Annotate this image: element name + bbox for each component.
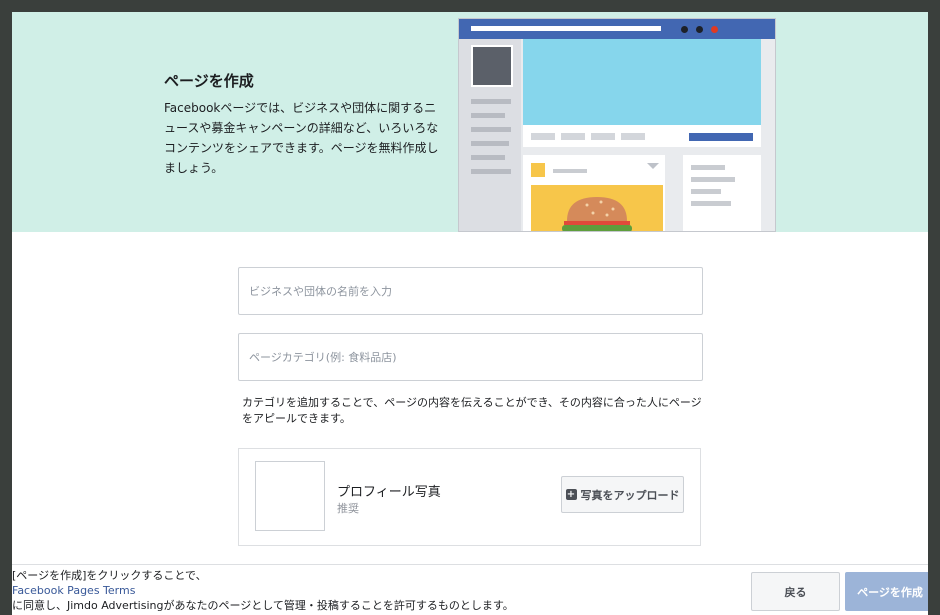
preview-dot-icon [696, 26, 703, 33]
terms-text: [ページを作成]をクリックすることで、 [12, 569, 207, 582]
preview-right-line [691, 177, 735, 182]
preview-avatar [471, 45, 513, 87]
plus-icon: + [565, 489, 577, 500]
preview-notification-dot-icon [711, 26, 718, 33]
profile-photo-placeholder[interactable] [255, 461, 325, 531]
preview-sidebar-line [471, 141, 509, 146]
back-button[interactable]: 戻る [751, 572, 840, 611]
create-page-dialog: ページを作成 Facebookページでは、ビジネスや団体に関するニュースや募金キ… [12, 12, 928, 615]
preview-right-line [691, 201, 731, 206]
hero-banner: ページを作成 Facebookページでは、ビジネスや団体に関するニュースや募金キ… [12, 12, 928, 232]
preview-sidebar-line [471, 99, 511, 104]
hero-description: Facebookページでは、ビジネスや団体に関するニュースや募金キャンペーンの詳… [164, 101, 439, 175]
category-help-text: カテゴリを追加することで、ページの内容を伝えることができ、その内容に合った人にペ… [242, 396, 702, 425]
preview-tab [561, 133, 585, 140]
preview-topbar [459, 19, 775, 39]
page-preview-illustration [458, 18, 776, 232]
profile-photo-title: プロフィール写真 [337, 485, 441, 500]
preview-tab [621, 133, 645, 140]
preview-right-line [691, 189, 721, 194]
page-name-input[interactable] [238, 267, 703, 315]
preview-post-avatar [531, 163, 545, 177]
preview-cta-button [689, 133, 753, 141]
preview-dot-icon [681, 26, 688, 33]
preview-cover-photo [523, 39, 761, 125]
upload-photo-button[interactable]: + 写真をアップロード [561, 476, 684, 513]
preview-tab [591, 133, 615, 140]
dialog-footer: [ページを作成]をクリックすることで、 Facebook Pages Terms… [12, 564, 928, 615]
facebook-pages-terms-link[interactable]: Facebook Pages Terms [12, 583, 732, 598]
page-title: ページを作成 [164, 72, 254, 90]
preview-search-bar [471, 26, 661, 31]
create-page-button[interactable]: ページを作成 [845, 572, 928, 611]
page-category-input[interactable] [238, 333, 703, 381]
burger-image [531, 185, 663, 231]
preview-post-card [523, 155, 665, 231]
preview-right-line [691, 165, 725, 170]
create-page-form: カテゴリを追加することで、ページの内容を伝えることができ、その内容に合った人にペ… [238, 267, 703, 427]
preview-tab [531, 133, 555, 140]
upload-photo-label: 写真をアップロード [580, 488, 680, 502]
preview-sidebar-line [471, 155, 505, 160]
preview-post-line [553, 169, 587, 173]
terms-notice: [ページを作成]をクリックすることで、 Facebook Pages Terms… [12, 568, 732, 613]
preview-sidebar-line [471, 127, 511, 132]
burger-icon [562, 197, 632, 231]
terms-text: に同意し、Jimdo Advertisingがあなたのページとして管理・投稿する… [12, 599, 514, 612]
profile-photo-subtitle: 推奨 [337, 502, 359, 515]
preview-sidebar-line [471, 113, 505, 118]
preview-sidebar-line [471, 169, 511, 174]
profile-photo-section: プロフィール写真 推奨 + 写真をアップロード [238, 448, 701, 546]
preview-tab-bar [523, 125, 761, 147]
preview-right-column [683, 155, 761, 231]
chevron-down-icon [647, 163, 659, 169]
